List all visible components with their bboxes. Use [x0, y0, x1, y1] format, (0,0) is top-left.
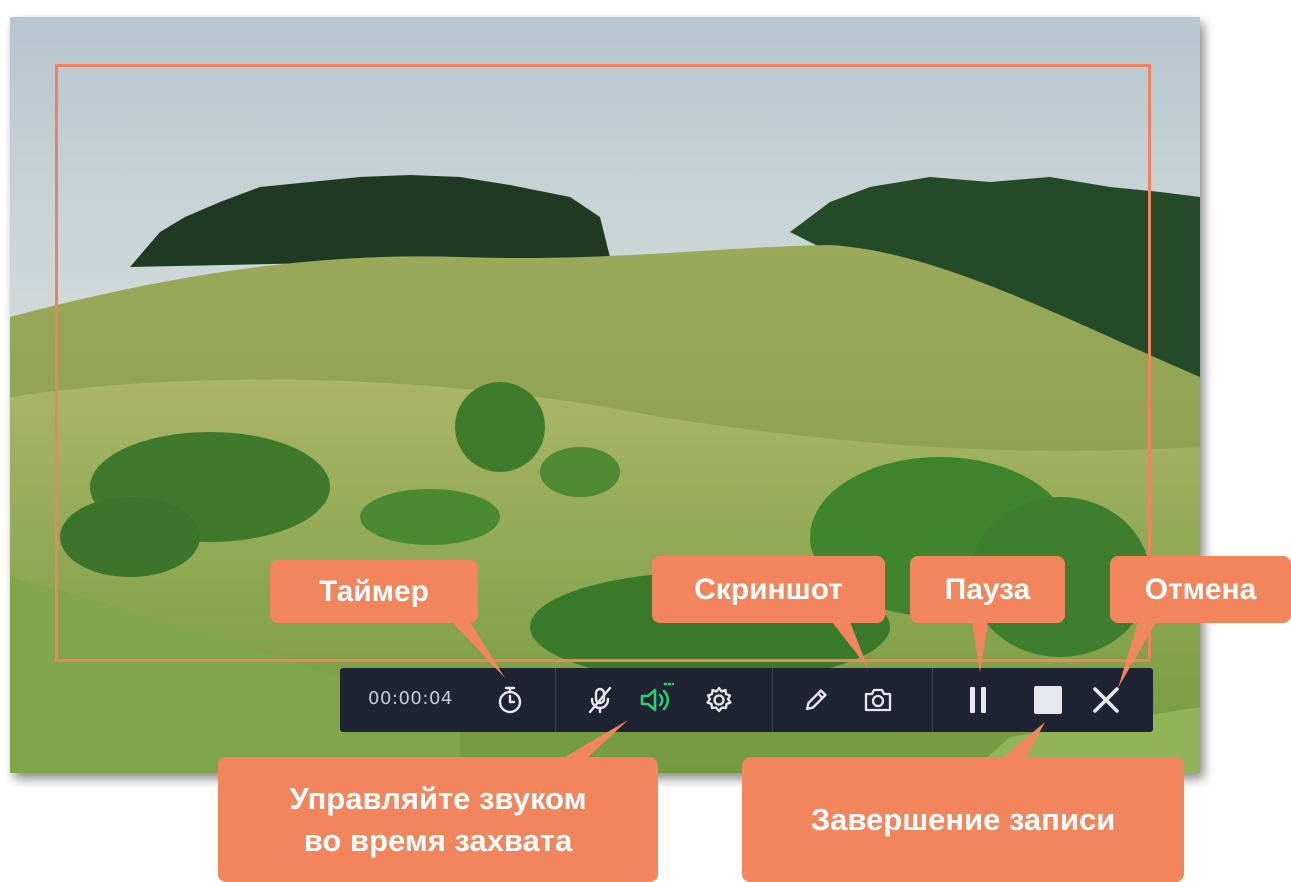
finish-recording-callout: Завершение записи [742, 757, 1184, 882]
screenshot-callout: Скриншот [652, 556, 885, 623]
screenshot-button[interactable] [860, 682, 896, 718]
timer-callout: Таймер [270, 560, 478, 623]
stop-button[interactable] [1030, 682, 1066, 718]
cancel-button[interactable] [1088, 682, 1124, 718]
pause-callout: Пауза [910, 556, 1065, 623]
screenshot-callout-text: Скриншот [694, 572, 843, 606]
pause-callout-text: Пауза [944, 572, 1031, 606]
sound-callout-line1: Управляйте звуком [289, 780, 587, 816]
cancel-callout-text: Отмена [1144, 572, 1257, 606]
close-icon [1090, 684, 1122, 716]
system-sound-toggle[interactable] [638, 682, 674, 718]
pause-icon [963, 684, 993, 716]
microphone-toggle[interactable] [582, 682, 618, 718]
timer-button[interactable] [492, 682, 528, 718]
toolbar-divider [772, 668, 773, 732]
timer-display: 00:00:04 [368, 688, 453, 709]
sound-callout-line2: во время захвата [303, 822, 573, 858]
finish-callout-text: Завершение записи [810, 801, 1116, 837]
pause-button[interactable] [960, 682, 996, 718]
camera-icon [862, 685, 894, 715]
sound-settings-button[interactable] [701, 682, 737, 718]
draw-button[interactable] [798, 682, 834, 718]
toolbar-divider [555, 668, 556, 732]
pencil-icon [801, 685, 831, 715]
stop-icon [1032, 684, 1064, 716]
speaker-icon [638, 682, 674, 718]
gear-icon [704, 685, 734, 715]
timer-callout-text: Таймер [319, 574, 429, 608]
stopwatch-icon [495, 685, 525, 715]
sound-control-callout: Управляйте звуком во время захвата [218, 757, 658, 882]
microphone-muted-icon [585, 685, 615, 715]
toolbar-divider [932, 668, 933, 732]
recording-toolbar: 00:00:04 [340, 668, 1153, 732]
cancel-callout: Отмена [1110, 556, 1291, 623]
